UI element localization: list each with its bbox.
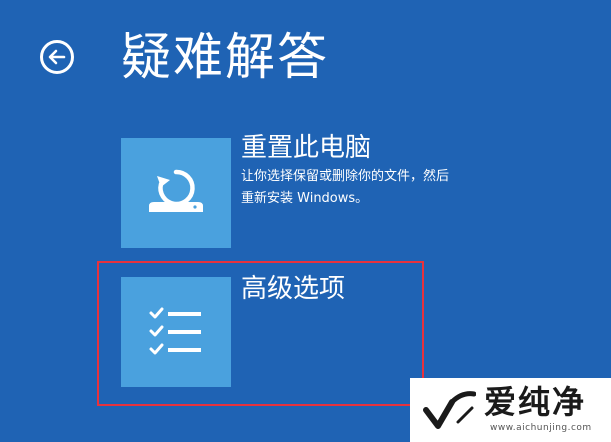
reset-pc-option[interactable]: 重置此电脑 让你选择保留或删除你的文件，然后 重新安装 Windows。 xyxy=(121,133,449,248)
watermark-logo-icon xyxy=(422,388,477,436)
reset-pc-icon xyxy=(141,156,211,230)
back-button[interactable] xyxy=(40,40,74,74)
reset-pc-desc-line2: 重新安装 Windows。 xyxy=(241,191,369,206)
back-arrow-icon xyxy=(48,49,66,65)
watermark-url: www.aichunjing.com xyxy=(490,423,592,433)
reset-pc-desc-line1: 让你选择保留或删除你的文件，然后 xyxy=(241,169,450,184)
reset-pc-tile xyxy=(121,138,231,248)
watermark: 爱纯净 www.aichunjing.com xyxy=(410,378,611,442)
watermark-brand: 爱纯净 xyxy=(484,383,587,421)
reset-pc-description: 让你选择保留或删除你的文件，然后 重新安装 Windows。 xyxy=(241,166,501,210)
page-title: 疑难解答 xyxy=(121,28,329,86)
reset-pc-title: 重置此电脑 xyxy=(241,133,372,163)
highlight-box xyxy=(97,261,424,406)
